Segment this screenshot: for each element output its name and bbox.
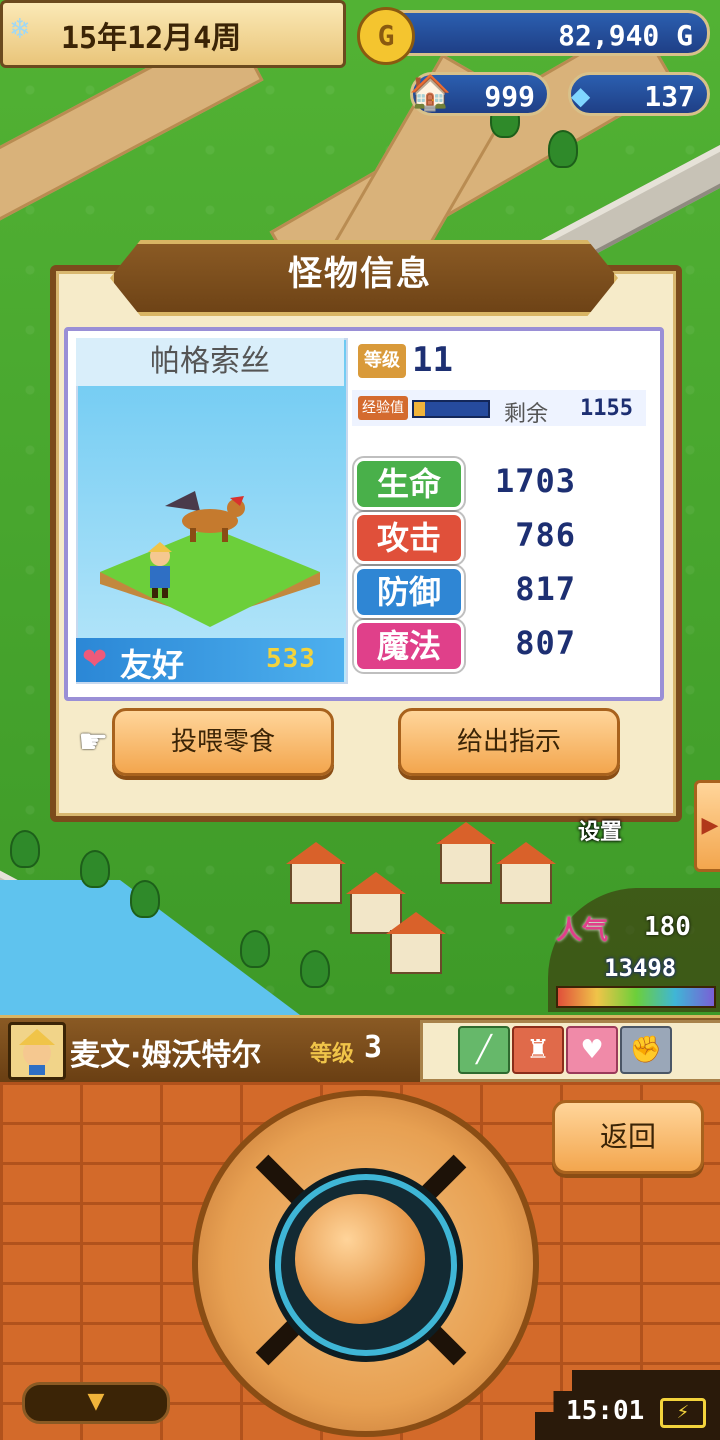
pointing-hand-icon: ☛	[78, 722, 109, 762]
popularity-value: 180	[644, 912, 691, 942]
exp-progress-fill	[414, 402, 425, 416]
score-value: 13498	[604, 954, 677, 982]
battery-icon: ⚡	[660, 1398, 706, 1428]
house[interactable]	[286, 842, 346, 904]
hero-sprite-icon	[148, 542, 172, 598]
character-avatar[interactable]	[8, 1022, 66, 1080]
collapse-arrow-icon[interactable]: ▼	[22, 1382, 170, 1424]
gold-coin-icon: G	[357, 7, 415, 65]
heart-icon: ❤	[82, 642, 108, 677]
house-icon: 🏠	[409, 73, 452, 113]
monster-name: 帕格索丝	[76, 338, 344, 386]
friendship-value: 533	[266, 644, 316, 674]
crystal-icon: ◆	[571, 76, 591, 114]
armor-icon[interactable]: ♜	[512, 1026, 564, 1074]
crystals-counter: ◆ 137	[568, 72, 710, 116]
stat-value-attack: 786	[515, 516, 576, 554]
give-command-button[interactable]: 给出指示	[398, 708, 620, 776]
friendship-label: 友好	[120, 646, 185, 684]
exp-remaining-value: 1155	[580, 396, 633, 421]
gauntlet-icon[interactable]: ✊	[620, 1026, 672, 1074]
character-name: 麦文·姆沃特尔	[70, 1038, 262, 1073]
tree	[240, 930, 270, 968]
level-value: 11	[412, 340, 453, 380]
popularity-label: 人气	[556, 916, 609, 946]
tree	[300, 950, 330, 988]
exp-badge: 经验值	[358, 396, 408, 420]
hero-avatar-icon	[19, 1029, 55, 1075]
side-menu-arrow-icon[interactable]: ▶	[694, 780, 720, 872]
house[interactable]	[386, 912, 446, 974]
clock: 15:01	[566, 1396, 645, 1426]
stat-badge-hp: 生命	[354, 458, 464, 510]
stat-value-hp: 1703	[494, 462, 576, 500]
gold-counter: G 82,940 G	[357, 7, 710, 65]
character-level: 3	[364, 1030, 383, 1065]
houses-counter: 🏠 999	[409, 72, 550, 116]
settings-label[interactable]: 设置	[578, 814, 622, 846]
stat-badge-attack: 攻击	[354, 512, 464, 564]
level-badge: 等级	[358, 344, 406, 378]
houses-amount: 999	[484, 80, 535, 113]
date-panel: ❄ 15年12月4周	[0, 0, 346, 68]
pegasus-sprite-icon	[165, 491, 245, 542]
snowflake-icon: ❄	[11, 11, 30, 46]
gold-amount: 82,940 G	[558, 19, 693, 52]
dialog-title: 怪物信息	[288, 254, 432, 294]
house[interactable]	[436, 822, 496, 884]
date-text: 15年12月4周	[61, 21, 242, 56]
tree	[80, 850, 110, 888]
popularity-gauge	[556, 986, 716, 1008]
dpad-center-button[interactable]	[295, 1194, 425, 1324]
heart-accessory-icon[interactable]: ♥	[566, 1026, 618, 1074]
stat-badge-magic: 魔法	[354, 620, 464, 672]
tree	[548, 130, 578, 168]
tree	[130, 880, 160, 918]
stat-value-defense: 817	[515, 570, 576, 608]
crystals-amount: 137	[644, 80, 695, 113]
back-button[interactable]: 返回	[552, 1100, 704, 1174]
tree	[10, 830, 40, 868]
house[interactable]	[496, 842, 556, 904]
stat-badge-defense: 防御	[354, 566, 464, 618]
staff-icon[interactable]: ╱	[458, 1026, 510, 1074]
character-level-label: 等级	[310, 1042, 355, 1067]
feed-snack-button[interactable]: 投喂零食	[112, 708, 334, 776]
exp-remaining-label: 剩余	[504, 402, 549, 427]
stat-value-magic: 807	[515, 624, 576, 662]
